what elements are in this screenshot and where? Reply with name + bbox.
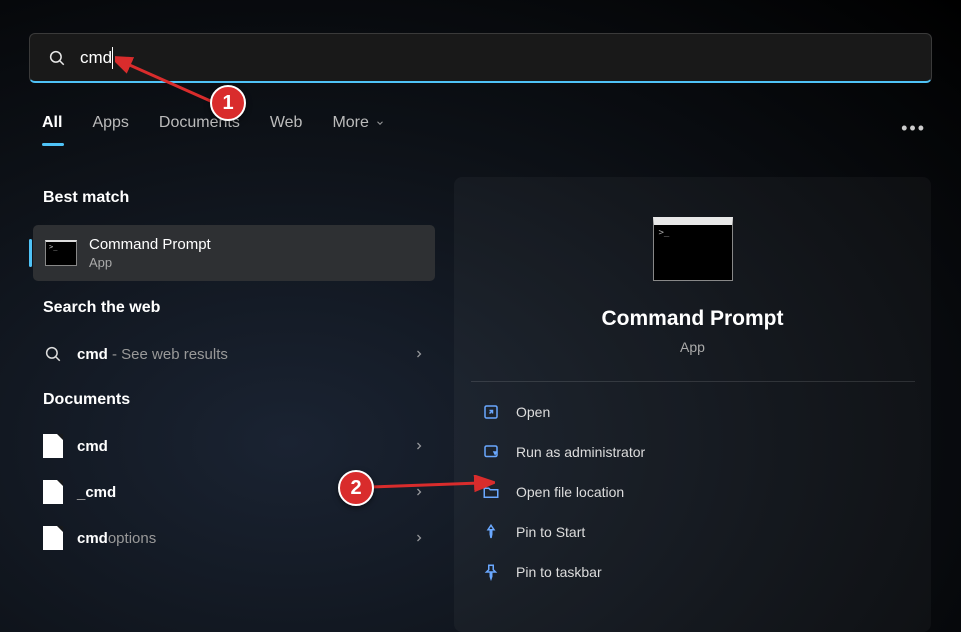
chevron-right-icon <box>413 532 425 544</box>
document-icon <box>43 482 63 502</box>
text-cursor <box>112 47 113 69</box>
search-bar[interactable]: cmd <box>29 33 932 83</box>
divider <box>471 381 915 382</box>
action-run-as-administrator[interactable]: Run as administrator <box>472 432 913 472</box>
action-label: Pin to taskbar <box>516 564 602 580</box>
tab-all[interactable]: All <box>42 114 62 146</box>
annotation-badge-2: 2 <box>338 470 374 506</box>
chevron-right-icon <box>413 348 425 360</box>
action-open-file-location[interactable]: Open file location <box>472 472 913 512</box>
section-search-web: Search the web <box>29 285 439 331</box>
command-prompt-icon-large <box>653 217 733 281</box>
search-tabs: All Apps Documents Web More <box>42 114 385 146</box>
action-list: Open Run as administrator Open file loca… <box>454 392 931 592</box>
action-label: Open file location <box>516 484 624 500</box>
chevron-down-icon <box>375 118 385 128</box>
section-best-match: Best match <box>29 175 439 221</box>
web-result-cmd[interactable]: cmd - See web results <box>29 331 439 377</box>
search-icon <box>48 49 66 67</box>
document-result-0[interactable]: cmd <box>29 423 439 469</box>
tab-more[interactable]: More <box>332 114 384 146</box>
document-result-2[interactable]: cmdoptions <box>29 515 439 561</box>
web-result-label: cmd - See web results <box>77 346 399 363</box>
chevron-right-icon <box>413 440 425 452</box>
best-match-command-prompt[interactable]: Command Prompt App <box>33 225 435 281</box>
tab-web[interactable]: Web <box>270 114 303 146</box>
preview-subtitle: App <box>680 339 705 355</box>
action-label: Run as administrator <box>516 444 645 460</box>
best-match-subtitle: App <box>89 255 211 270</box>
more-options-button[interactable]: ••• <box>901 118 926 139</box>
pin-taskbar-icon <box>482 563 500 581</box>
results-panel: Best match Command Prompt App Search the… <box>29 175 439 561</box>
document-result-1[interactable]: _cmd <box>29 469 439 515</box>
action-pin-to-taskbar[interactable]: Pin to taskbar <box>472 552 913 592</box>
shield-icon <box>482 443 500 461</box>
best-match-title: Command Prompt <box>89 236 211 253</box>
search-input-text[interactable]: cmd <box>80 48 112 68</box>
document-icon <box>43 436 63 456</box>
command-prompt-icon <box>45 240 77 266</box>
document-icon <box>43 528 63 548</box>
chevron-right-icon <box>413 486 425 498</box>
document-label: cmdoptions <box>77 530 399 547</box>
annotation-badge-1: 1 <box>210 85 246 121</box>
action-pin-to-start[interactable]: Pin to Start <box>472 512 913 552</box>
open-icon <box>482 403 500 421</box>
preview-title: Command Prompt <box>601 307 783 331</box>
section-documents: Documents <box>29 377 439 423</box>
action-open[interactable]: Open <box>472 392 913 432</box>
action-label: Pin to Start <box>516 524 585 540</box>
action-label: Open <box>516 404 550 420</box>
preview-panel: Command Prompt App Open Run as administr… <box>454 177 931 632</box>
search-icon <box>43 344 63 364</box>
folder-icon <box>482 483 500 501</box>
tab-apps[interactable]: Apps <box>92 114 128 146</box>
document-label: cmd <box>77 438 399 455</box>
pin-start-icon <box>482 523 500 541</box>
